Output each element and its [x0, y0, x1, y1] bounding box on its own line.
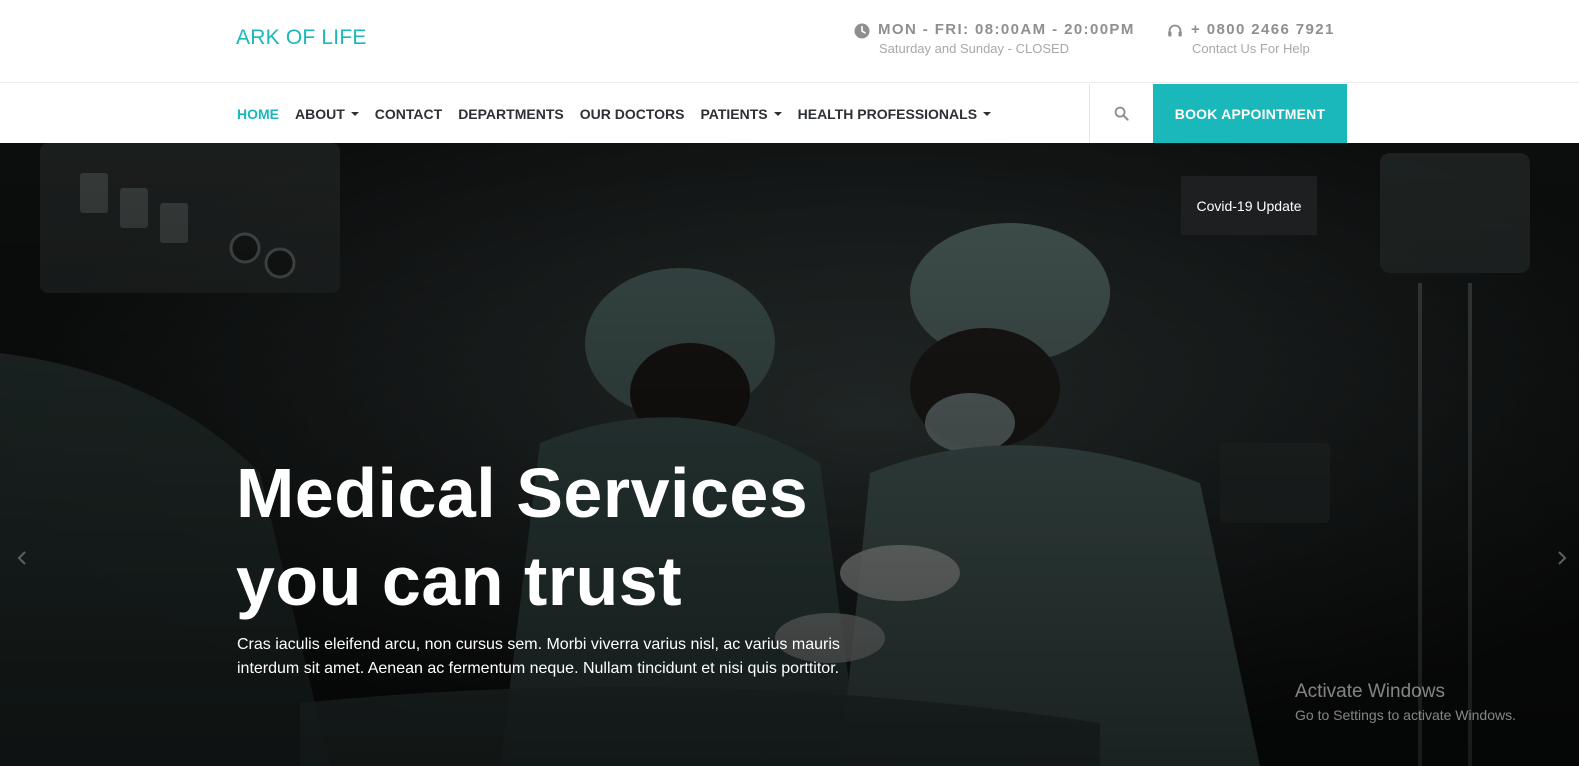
nav-item-patients[interactable]: PATIENTS — [700, 105, 782, 122]
nav-item-health-professionals[interactable]: HEALTH PROFESSIONALS — [797, 105, 992, 122]
opening-hours: MON - FRI: 08:00AM - 20:00PM Saturday an… — [854, 20, 1135, 57]
nav-item-about[interactable]: ABOUT — [295, 106, 359, 122]
chevron-left-icon[interactable] — [14, 548, 30, 568]
hero-description-line-2: interdum sit amet. Aenean ac fermentum n… — [237, 660, 840, 677]
nav-item-label: HEALTH PROFESSIONALS — [797, 105, 978, 122]
windows-activation-watermark: Activate Windows Go to Settings to activ… — [1295, 680, 1516, 726]
phone-subtitle: Contact Us For Help — [1192, 41, 1310, 56]
hours-title: MON - FRI: 08:00AM - 20:00PM — [878, 21, 1135, 38]
search-button[interactable] — [1090, 84, 1152, 143]
headset-icon — [1168, 24, 1182, 37]
nav-item-label: DEPARTMENTS — [458, 105, 564, 122]
book-appointment-button[interactable]: BOOK APPOINTMENT — [1153, 84, 1347, 143]
hero-slider: Covid-19 Update Medical Services you can… — [0, 143, 1579, 766]
nav-item-label: PATIENTS — [700, 105, 768, 122]
brand-logo[interactable]: ARK OF LIFE — [236, 26, 367, 50]
hero-description-line-1: Cras iaculis eleifend arcu, non cursus s… — [237, 636, 840, 653]
hours-subtitle: Saturday and Sunday - CLOSED — [879, 41, 1070, 56]
caret-down-icon — [773, 111, 782, 116]
caret-down-icon — [350, 111, 359, 116]
nav-item-contact[interactable]: CONTACT — [375, 106, 442, 122]
phone-contact: + 0800 2466 7921 Contact Us For Help — [1167, 20, 1335, 57]
watermark-subtitle: Go to Settings to activate Windows. — [1295, 707, 1516, 723]
phone-number[interactable]: + 0800 2466 7921 — [1191, 20, 1335, 40]
nav-item-home[interactable]: HOME — [237, 106, 279, 122]
nav-item-label: ABOUT — [295, 105, 345, 122]
nav-menu: HOME ABOUT CONTACT DEPARTMENTS OUR DOCTO… — [237, 84, 1007, 143]
clock-icon — [854, 23, 870, 39]
nav-item-label: CONTACT — [374, 105, 443, 122]
chevron-right-icon[interactable] — [1554, 548, 1570, 568]
covid-update-button[interactable]: Covid-19 Update — [1181, 176, 1317, 235]
nav-item-departments[interactable]: DEPARTMENTS — [458, 106, 564, 122]
top-bar: ARK OF LIFE MON - FRI: 08:00AM - 20:00PM… — [0, 0, 1579, 83]
hero-description: Cras iaculis eleifend arcu, non cursus s… — [237, 633, 857, 681]
watermark-title: Activate Windows — [1295, 681, 1445, 702]
hero-title: Medical Services you can trust — [236, 449, 936, 625]
main-navigation: HOME ABOUT CONTACT DEPARTMENTS OUR DOCTO… — [0, 84, 1579, 143]
search-icon — [1114, 106, 1129, 121]
caret-down-icon — [983, 111, 992, 116]
hero-title-line-1: Medical Services — [236, 454, 809, 532]
nav-item-label: HOME — [237, 105, 279, 122]
nav-item-label: OUR DOCTORS — [579, 105, 685, 122]
nav-item-our-doctors[interactable]: OUR DOCTORS — [580, 106, 685, 122]
hero-title-line-2: you can trust — [236, 542, 683, 620]
